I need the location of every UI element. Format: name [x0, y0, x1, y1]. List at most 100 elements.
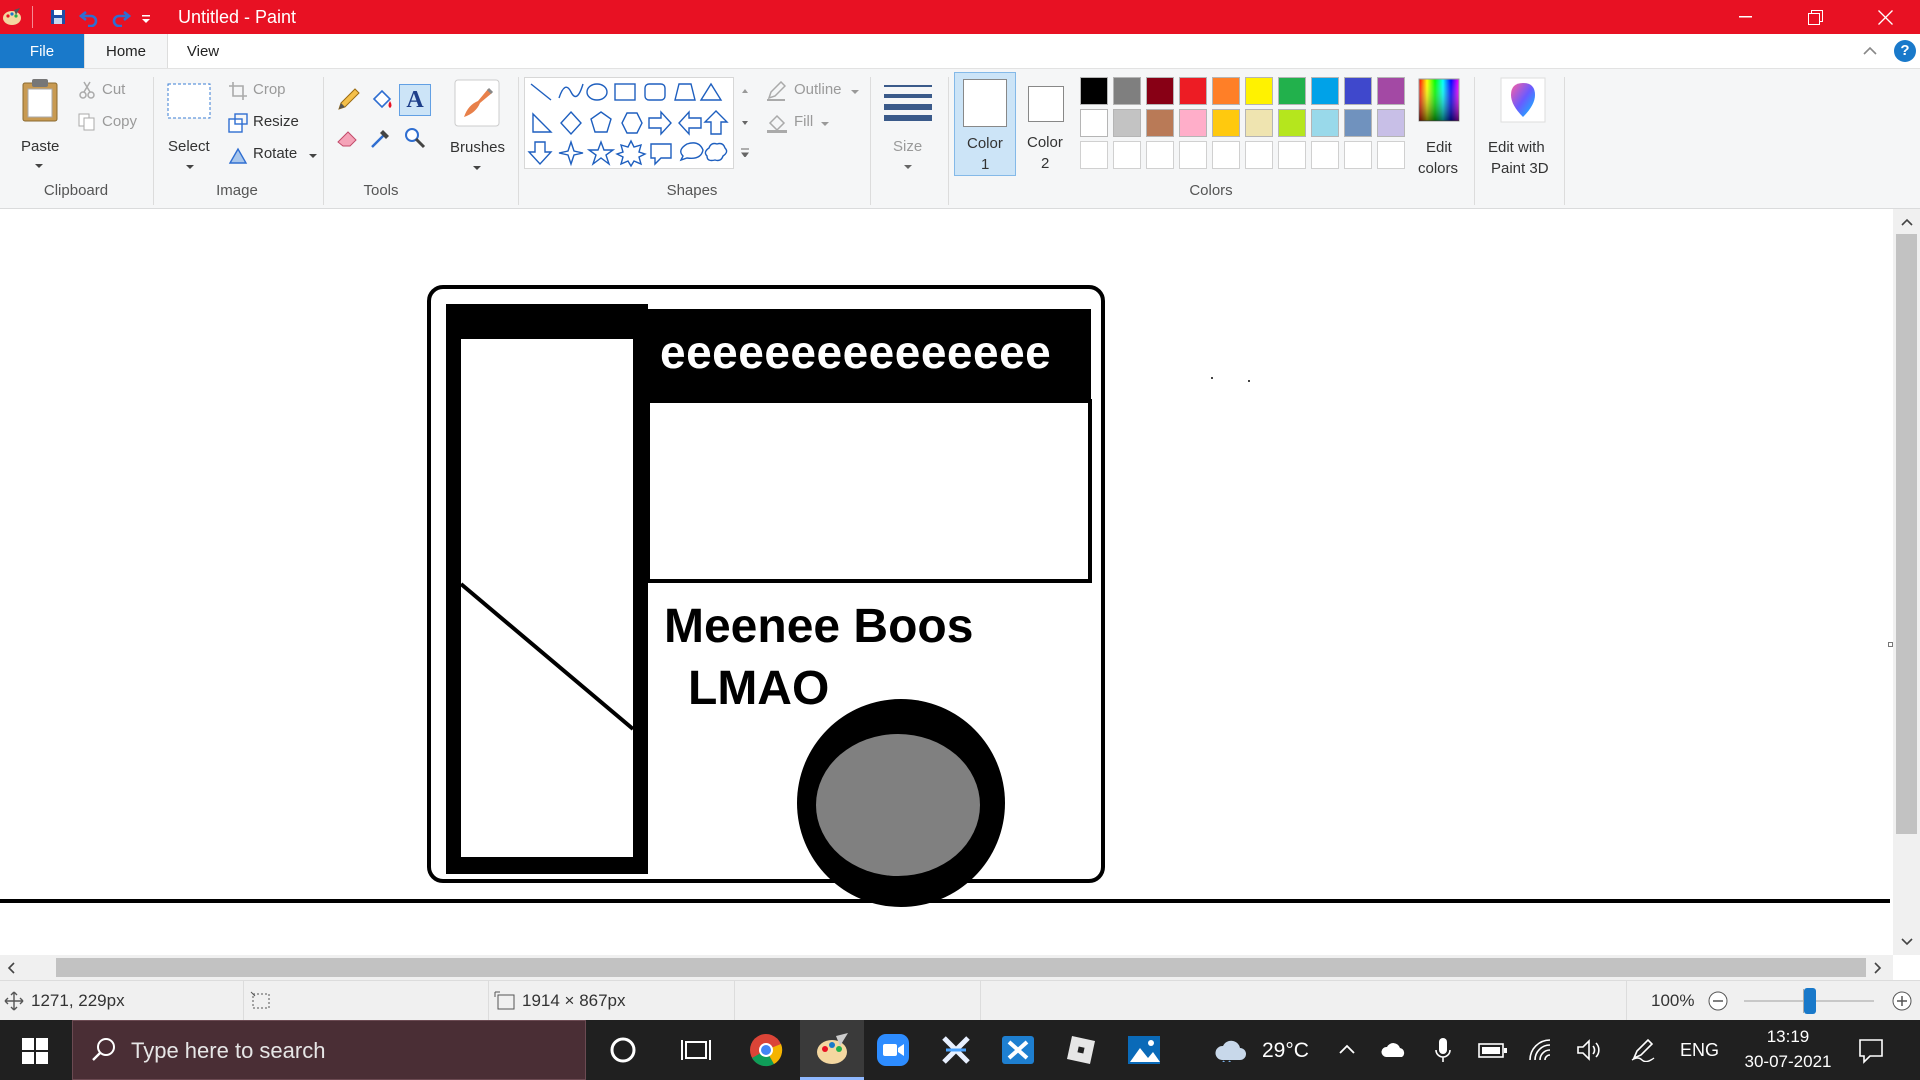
- custom-color-slot[interactable]: [1179, 141, 1207, 169]
- fill-button[interactable]: Fill: [764, 111, 864, 135]
- clock-time[interactable]: 13:19: [1738, 1027, 1838, 1047]
- undo-icon[interactable]: [79, 7, 99, 27]
- palette-swatch[interactable]: [1146, 77, 1174, 105]
- volume-icon[interactable]: [1576, 1038, 1604, 1062]
- custom-color-slot[interactable]: [1212, 141, 1240, 169]
- brushes-button[interactable]: Brushes: [446, 77, 508, 177]
- collapse-ribbon-chevron-icon[interactable]: [1862, 44, 1878, 56]
- palette-swatch[interactable]: [1377, 109, 1405, 137]
- app-blue-x-icon[interactable]: [1000, 1032, 1036, 1068]
- help-icon[interactable]: ?: [1894, 40, 1916, 62]
- custom-color-slot[interactable]: [1344, 141, 1372, 169]
- scroll-down-icon[interactable]: [1900, 937, 1914, 947]
- paint-app-icon[interactable]: [2, 7, 22, 27]
- palette-swatch[interactable]: [1278, 109, 1306, 137]
- wifi-icon[interactable]: [1528, 1038, 1554, 1062]
- palette-swatch[interactable]: [1146, 109, 1174, 137]
- horizontal-scrollbar[interactable]: [0, 955, 1893, 980]
- text-tool-icon[interactable]: A: [399, 84, 431, 116]
- cut-button[interactable]: Cut: [76, 79, 146, 103]
- onedrive-icon[interactable]: [1380, 1040, 1408, 1060]
- tab-file[interactable]: File: [0, 34, 84, 68]
- palette-swatch[interactable]: [1113, 109, 1141, 137]
- edit-colors-button[interactable]: Edit colors: [1412, 75, 1466, 179]
- fill-with-color-icon[interactable]: [368, 87, 394, 113]
- shapes-scroll-icon[interactable]: [740, 85, 750, 157]
- battery-icon[interactable]: [1478, 1040, 1508, 1060]
- save-icon[interactable]: [48, 7, 68, 27]
- cortana-icon[interactable]: [605, 1032, 641, 1068]
- color-2-button[interactable]: Color 2: [1020, 72, 1076, 176]
- select-button[interactable]: Select: [162, 77, 218, 177]
- clock-date[interactable]: 30-07-2021: [1738, 1052, 1838, 1072]
- palette-swatch[interactable]: [1212, 77, 1240, 105]
- custom-color-slot[interactable]: [1113, 141, 1141, 169]
- palette-swatch[interactable]: [1179, 77, 1207, 105]
- taskbar-search-box[interactable]: Type here to search: [72, 1020, 586, 1080]
- tab-home[interactable]: Home: [84, 34, 168, 68]
- show-hidden-icons-chevron-icon[interactable]: [1338, 1042, 1356, 1056]
- customize-quick-access-chevron-icon[interactable]: [140, 7, 152, 27]
- palette-swatch[interactable]: [1311, 77, 1339, 105]
- paste-button[interactable]: Paste: [12, 75, 66, 175]
- edit-with-paint-3d-button[interactable]: Edit with Paint 3D: [1482, 75, 1564, 179]
- taskbar-paint-button[interactable]: [800, 1020, 864, 1080]
- custom-color-slot[interactable]: [1080, 141, 1108, 169]
- photos-icon[interactable]: [1126, 1032, 1162, 1068]
- input-language[interactable]: ENG: [1680, 1040, 1719, 1061]
- scroll-left-icon[interactable]: [6, 961, 16, 975]
- pen-workspace-icon[interactable]: [1630, 1038, 1656, 1062]
- custom-color-slot[interactable]: [1377, 141, 1405, 169]
- weather-cloud-icon[interactable]: [1214, 1038, 1248, 1062]
- minimize-button[interactable]: [1710, 0, 1780, 34]
- zoom-in-icon[interactable]: [1891, 990, 1913, 1012]
- notifications-icon[interactable]: [1858, 1038, 1884, 1064]
- palette-swatch[interactable]: [1377, 77, 1405, 105]
- palette-swatch[interactable]: [1245, 109, 1273, 137]
- zoom-slider-thumb[interactable]: [1804, 988, 1816, 1014]
- rotate-button[interactable]: Rotate: [226, 143, 318, 167]
- scroll-right-icon[interactable]: [1873, 961, 1883, 975]
- redo-icon[interactable]: [111, 7, 131, 27]
- canvas-resize-handle[interactable]: [1888, 642, 1893, 647]
- zoom-out-icon[interactable]: [1707, 990, 1729, 1012]
- palette-swatch[interactable]: [1080, 109, 1108, 137]
- outline-button[interactable]: Outline: [764, 79, 864, 103]
- palette-swatch[interactable]: [1344, 109, 1372, 137]
- custom-color-slot[interactable]: [1311, 141, 1339, 169]
- resize-button[interactable]: Resize: [226, 111, 316, 135]
- close-button[interactable]: [1850, 0, 1920, 34]
- magnifier-icon[interactable]: [402, 125, 428, 151]
- copy-button[interactable]: Copy: [76, 111, 152, 135]
- scroll-up-icon[interactable]: [1900, 217, 1914, 227]
- eraser-icon[interactable]: [335, 125, 361, 151]
- pencil-icon[interactable]: [335, 87, 361, 113]
- palette-swatch[interactable]: [1080, 77, 1108, 105]
- vertical-scrollbar[interactable]: [1893, 209, 1920, 955]
- palette-swatch[interactable]: [1179, 109, 1207, 137]
- horizontal-scroll-thumb[interactable]: [56, 958, 1866, 977]
- task-view-icon[interactable]: [678, 1032, 714, 1068]
- custom-color-slot[interactable]: [1245, 141, 1273, 169]
- custom-color-slot[interactable]: [1146, 141, 1174, 169]
- roblox-icon[interactable]: [1063, 1032, 1099, 1068]
- shapes-gallery[interactable]: [524, 77, 734, 169]
- drawing-canvas[interactable]: eeeeeeeeeeeeeee Meenee Boos LMAO: [0, 209, 1890, 955]
- palette-swatch[interactable]: [1212, 109, 1240, 137]
- palette-swatch[interactable]: [1344, 77, 1372, 105]
- palette-swatch[interactable]: [1278, 77, 1306, 105]
- crop-button[interactable]: Crop: [226, 79, 306, 103]
- tab-view[interactable]: View: [170, 34, 236, 68]
- app-x-icon[interactable]: [938, 1032, 974, 1068]
- vertical-scroll-thumb[interactable]: [1896, 234, 1917, 834]
- chrome-icon[interactable]: [748, 1032, 784, 1068]
- color-1-button[interactable]: Color 1: [954, 72, 1016, 176]
- weather-temperature[interactable]: 29°C: [1262, 1039, 1309, 1063]
- zoom-app-icon[interactable]: [875, 1032, 911, 1068]
- color-picker-icon[interactable]: [368, 125, 394, 151]
- palette-swatch[interactable]: [1245, 77, 1273, 105]
- windows-start-icon[interactable]: [22, 1038, 48, 1064]
- custom-color-slot[interactable]: [1278, 141, 1306, 169]
- palette-swatch[interactable]: [1311, 109, 1339, 137]
- restore-button[interactable]: [1780, 0, 1850, 34]
